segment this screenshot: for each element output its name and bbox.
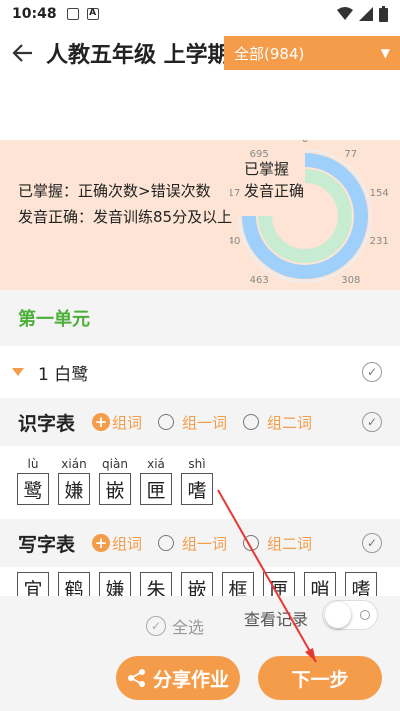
char-pinyin: shì xyxy=(188,457,206,471)
bottom-panel: ✓ 全选 查看记录 分享作业 下一步 xyxy=(0,596,400,711)
char-pinyin: xián xyxy=(61,457,87,471)
lesson-check-icon[interactable]: ✓ xyxy=(362,362,382,382)
status-time: 10:48 xyxy=(12,6,57,22)
ring-tick-label: 0 xyxy=(302,140,308,145)
ring-label: 已掌握 发音正确 xyxy=(244,158,304,202)
status-icons xyxy=(337,6,388,22)
battery-icon xyxy=(379,6,388,22)
ring-tick-label: 154 xyxy=(370,188,389,199)
char-box: 嵌 xyxy=(99,473,131,505)
stats-legend: 已掌握：正确次数>错误次数 发音正确：发音训练85分及以上 xyxy=(18,178,238,230)
top-bar: 人教五年级 上学期 全部(984) ▼ xyxy=(0,28,400,78)
recognize-word-option[interactable]: + 组词 xyxy=(92,412,142,433)
toggle-knob xyxy=(325,602,351,628)
recognize-char-2[interactable]: qiàn 嵌 xyxy=(99,455,131,519)
write-section-header: 写字表 + 组词 组一词 组二词 ✓ xyxy=(0,519,400,567)
back-arrow-icon[interactable] xyxy=(0,30,46,76)
ring-tick-label: 463 xyxy=(250,275,269,286)
radio-icon xyxy=(158,414,175,430)
image-icon xyxy=(66,8,79,20)
write-word-option[interactable]: + 组词 xyxy=(92,533,142,554)
share-icon xyxy=(127,669,145,687)
recognize-char-1[interactable]: xián 嫌 xyxy=(58,455,90,519)
recognize-char-3[interactable]: xiá 匣 xyxy=(140,455,172,519)
ring-label-mastered: 已掌握 xyxy=(244,160,290,178)
write-title: 写字表 xyxy=(18,533,76,556)
view-record-toggle[interactable] xyxy=(322,600,378,630)
app-a-icon: A xyxy=(86,8,99,20)
ring-tick-label: 617 xyxy=(230,188,240,199)
select-all-option[interactable]: ✓ 全选 xyxy=(146,614,204,638)
recognize-title: 识字表 xyxy=(18,412,76,435)
radio-icon xyxy=(243,414,260,430)
signal-icon xyxy=(359,7,373,21)
ring-tick-label: 540 xyxy=(230,236,240,247)
unit-header: 第一单元 xyxy=(0,290,400,346)
lesson-title: 1 白鹭 xyxy=(38,364,89,385)
char-pinyin: qiàn xyxy=(102,457,128,471)
plus-icon: + xyxy=(92,534,110,552)
write-one-word-option[interactable]: 组一词 xyxy=(158,533,227,554)
status-bar: 10:48 A xyxy=(0,0,400,28)
char-box: 嫌 xyxy=(58,473,90,505)
unit-title: 第一单元 xyxy=(18,309,90,330)
write-two-word-option[interactable]: 组二词 xyxy=(243,533,312,554)
dropdown-value: 全部(984) xyxy=(234,44,305,63)
select-all-check-icon: ✓ xyxy=(146,616,166,636)
expand-triangle-icon[interactable] xyxy=(12,368,24,376)
recognize-check-icon[interactable]: ✓ xyxy=(362,412,382,432)
char-pinyin: lù xyxy=(27,457,39,471)
recognize-two-word-option[interactable]: 组二词 xyxy=(243,412,312,433)
ring-tick-label: 77 xyxy=(344,149,357,160)
char-box: 嗜 xyxy=(181,473,213,505)
view-record-label: 查看记录 xyxy=(244,610,309,629)
toggle-off-icon xyxy=(360,610,370,620)
radio-icon xyxy=(243,535,260,551)
share-homework-button[interactable]: 分享作业 xyxy=(116,656,240,700)
ring-label-pronunciation: 发音正确 xyxy=(244,182,305,200)
plus-icon: + xyxy=(92,413,110,431)
page-title: 人教五年级 上学期 xyxy=(46,43,226,68)
ring-tick-label: 308 xyxy=(341,275,360,286)
lesson-row[interactable]: 1 白鹭 ✓ xyxy=(0,346,400,398)
recognize-section-header: 识字表 + 组词 组一词 组二词 ✓ xyxy=(0,398,400,446)
write-check-icon[interactable]: ✓ xyxy=(362,533,382,553)
char-pinyin: xiá xyxy=(147,457,165,471)
ring-tick-label: 231 xyxy=(370,236,389,247)
legend-mastered: 已掌握：正确次数>错误次数 xyxy=(18,182,211,200)
dropdown-caret-icon: ▼ xyxy=(380,46,390,60)
recognize-char-4[interactable]: shì 嗜 xyxy=(181,455,213,519)
char-box: 鹭 xyxy=(17,473,49,505)
wifi-icon xyxy=(337,7,353,20)
next-step-button[interactable]: 下一步 xyxy=(258,656,382,700)
legend-pronunciation: 发音正确：发音训练85分及以上 xyxy=(18,208,233,226)
char-box: 匣 xyxy=(140,473,172,505)
recognize-one-word-option[interactable]: 组一词 xyxy=(158,412,227,433)
stats-panel: 已掌握：正确次数>错误次数 发音正确：发音训练85分及以上 0 77 154 231 3… xyxy=(0,140,400,290)
radio-icon xyxy=(158,535,175,551)
filter-dropdown[interactable]: 全部(984) ▼ xyxy=(224,36,400,70)
recognize-char-0[interactable]: lù 鹭 xyxy=(17,455,49,519)
recognize-char-list: lù 鹭 xián 嫌 qiàn 嵌 xiá 匣 shì 嗜 xyxy=(0,455,400,519)
